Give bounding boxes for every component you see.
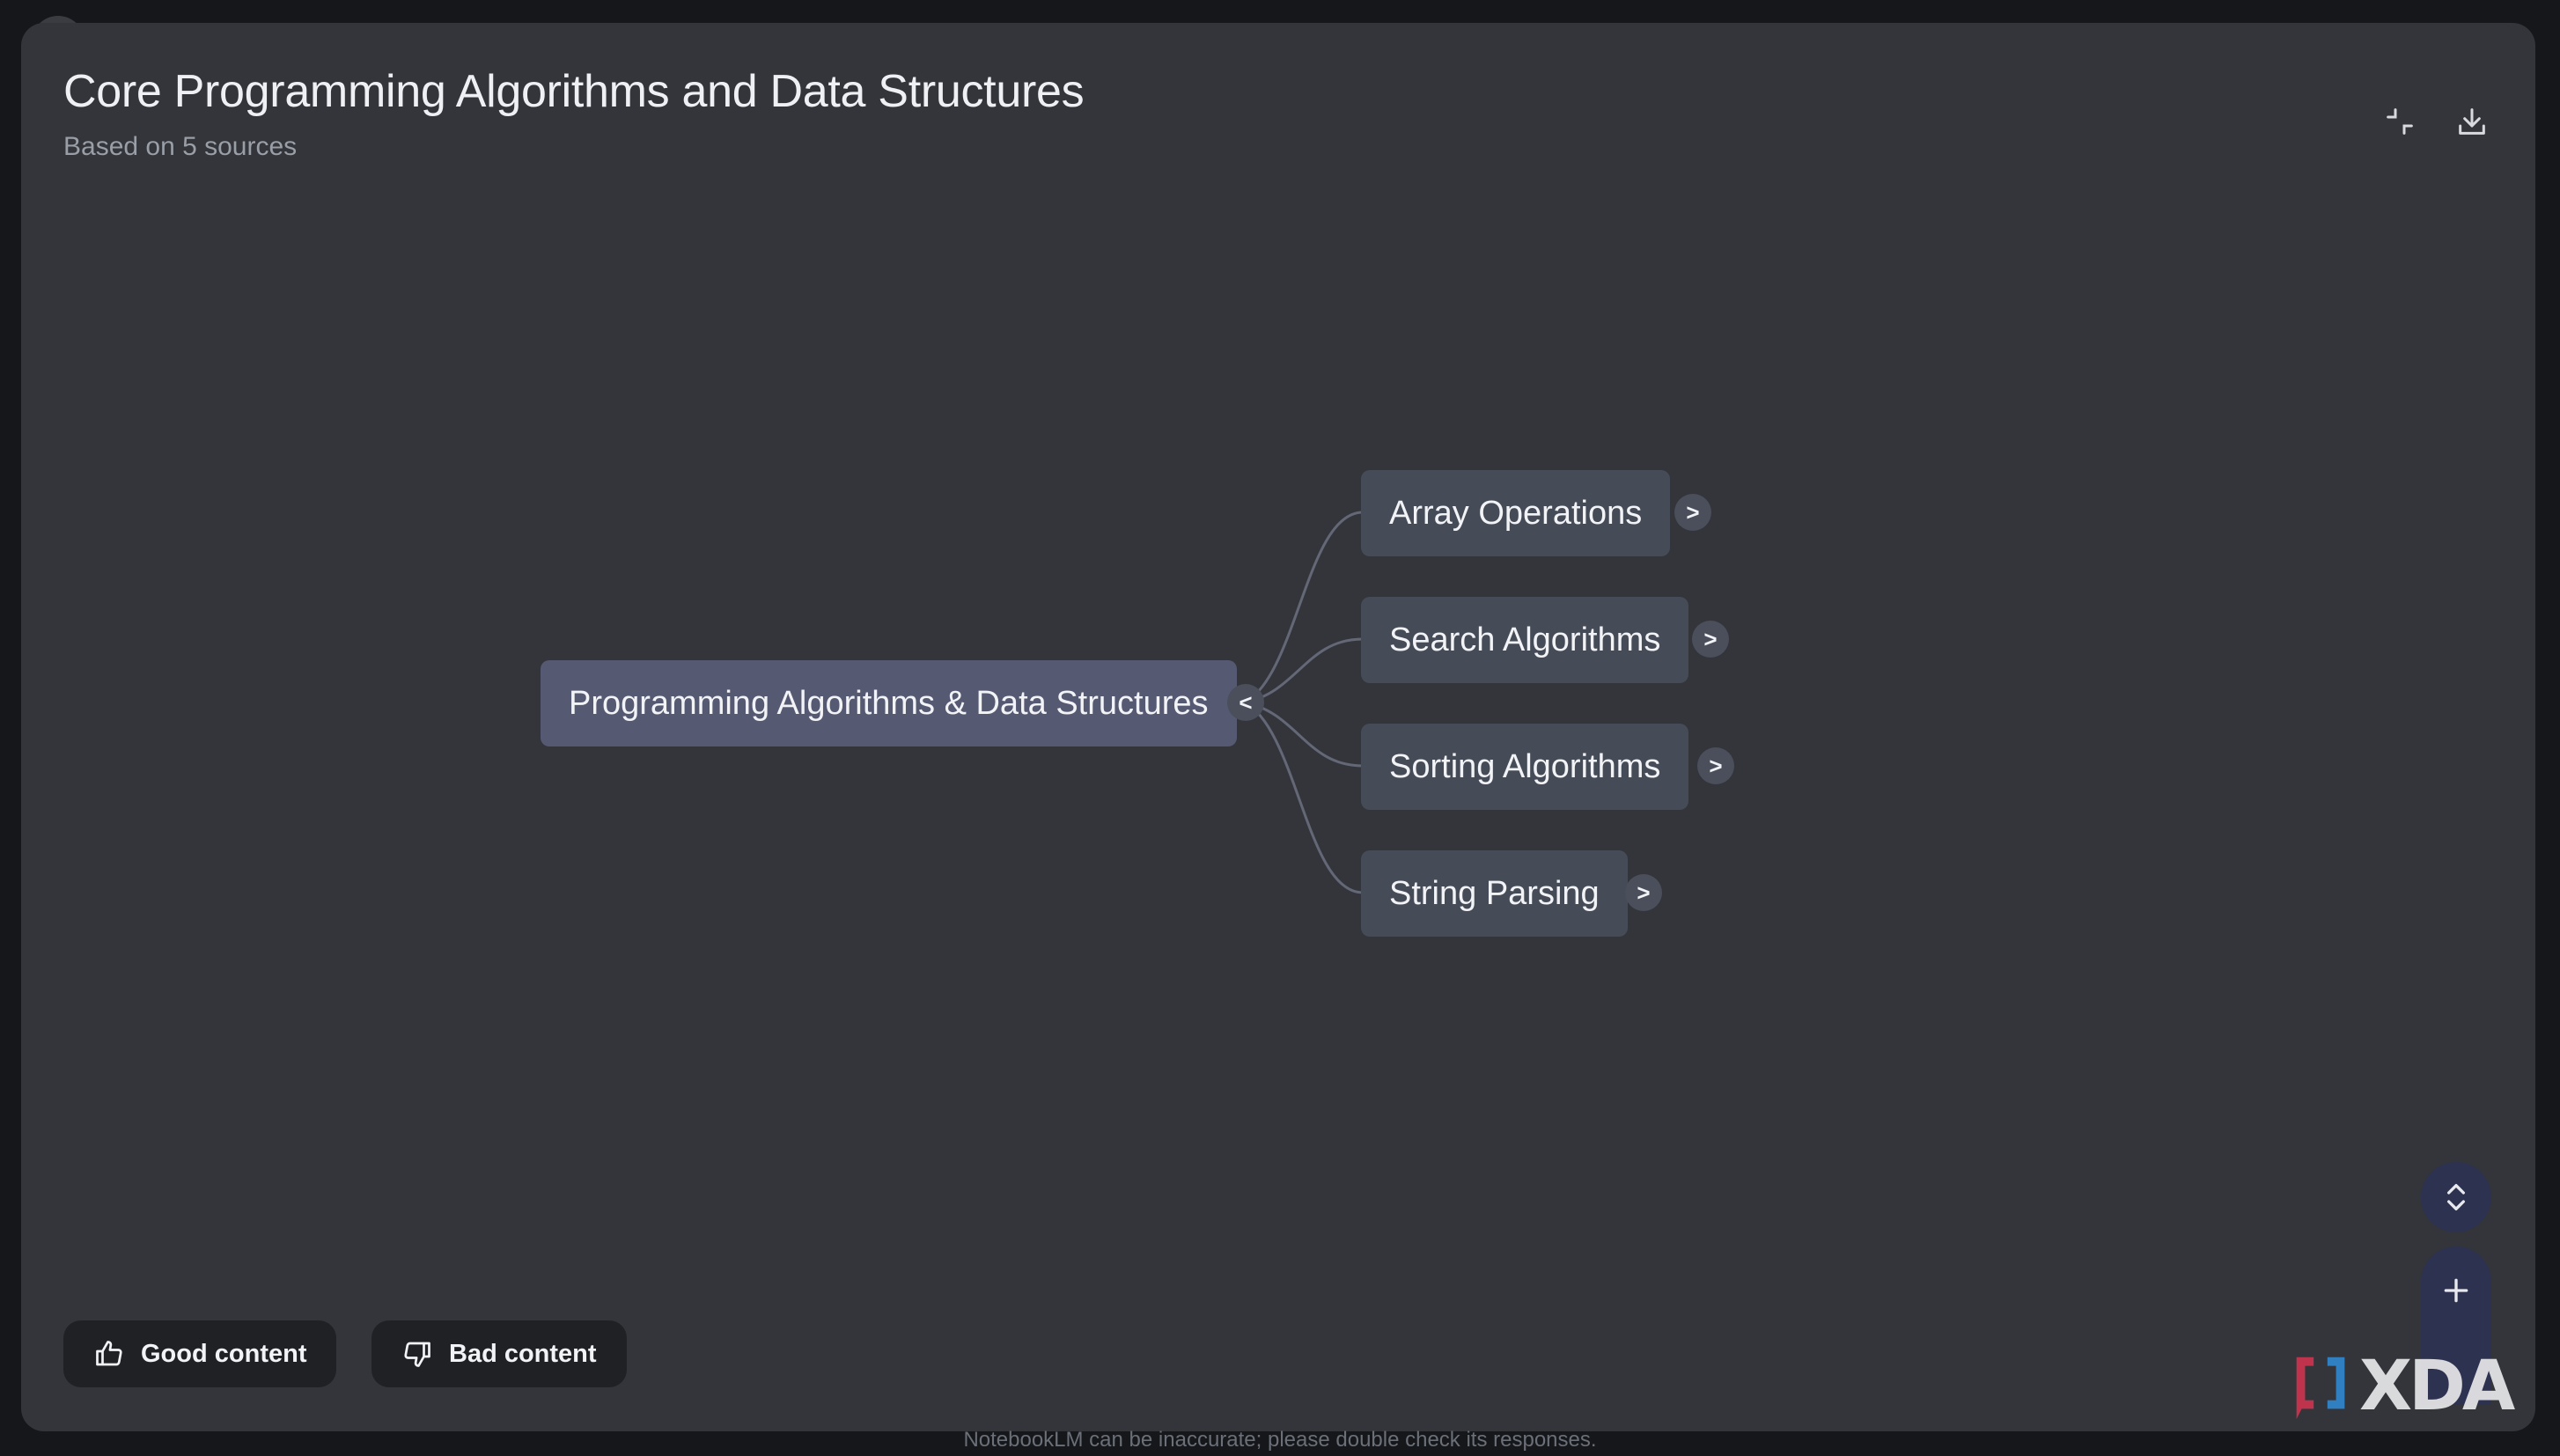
child-node-label: Sorting Algorithms: [1389, 747, 1661, 785]
plus-icon: [2444, 1278, 2468, 1303]
child-node-sorting-algorithms[interactable]: Sorting Algorithms: [1361, 724, 1689, 810]
expand-toggle-string-parsing[interactable]: >: [1625, 874, 1662, 911]
watermark-text: XDA: [2359, 1347, 2515, 1426]
mindmap-panel: Core Programming Algorithms and Data Str…: [21, 23, 2535, 1431]
thumbs-up-icon: [96, 1341, 122, 1366]
xda-logo-icon: [2296, 1357, 2345, 1420]
expand-toggle-search-algorithms[interactable]: >: [1692, 621, 1729, 658]
edge-array-operations: [1244, 511, 1364, 704]
xda-watermark: XDA: [2289, 1347, 2535, 1426]
edge-sorting-algorithms: [1244, 701, 1364, 768]
disclaimer-text: NotebookLM can be inaccurate; please dou…: [963, 1428, 1597, 1452]
child-node-search-algorithms[interactable]: Search Algorithms: [1361, 597, 1689, 683]
root-node[interactable]: Programming Algorithms & Data Structures: [541, 660, 1237, 746]
root-collapse-toggle[interactable]: <: [1227, 684, 1264, 721]
expand-collapse-icon: [2447, 1184, 2465, 1210]
good-content-button[interactable]: Good content: [63, 1320, 337, 1387]
child-node-label: Array Operations: [1389, 494, 1643, 532]
edge-search-algorithms: [1244, 637, 1364, 704]
zoom-in-button[interactable]: [2421, 1246, 2491, 1335]
edge-string-parsing: [1244, 701, 1364, 894]
expand-collapse-all-button[interactable]: [2421, 1162, 2491, 1232]
mindmap-edges: [1244, 511, 1364, 894]
child-node-label: String Parsing: [1389, 874, 1600, 912]
root-node-label: Programming Algorithms & Data Structures: [569, 684, 1209, 722]
expand-toggle-sorting-algorithms[interactable]: >: [1697, 747, 1734, 784]
expand-toggle-array-operations[interactable]: >: [1674, 494, 1711, 531]
child-node-string-parsing[interactable]: String Parsing: [1361, 850, 1628, 937]
bad-content-button[interactable]: Bad content: [371, 1320, 627, 1387]
good-content-label: Good content: [141, 1339, 307, 1368]
bad-content-label: Bad content: [449, 1339, 597, 1368]
child-node-array-operations[interactable]: Array Operations: [1361, 470, 1671, 556]
thumbs-down-icon: [404, 1342, 430, 1367]
mindmap-canvas[interactable]: Programming Algorithms & Data Structures…: [21, 23, 2535, 1431]
child-node-label: Search Algorithms: [1389, 621, 1661, 658]
